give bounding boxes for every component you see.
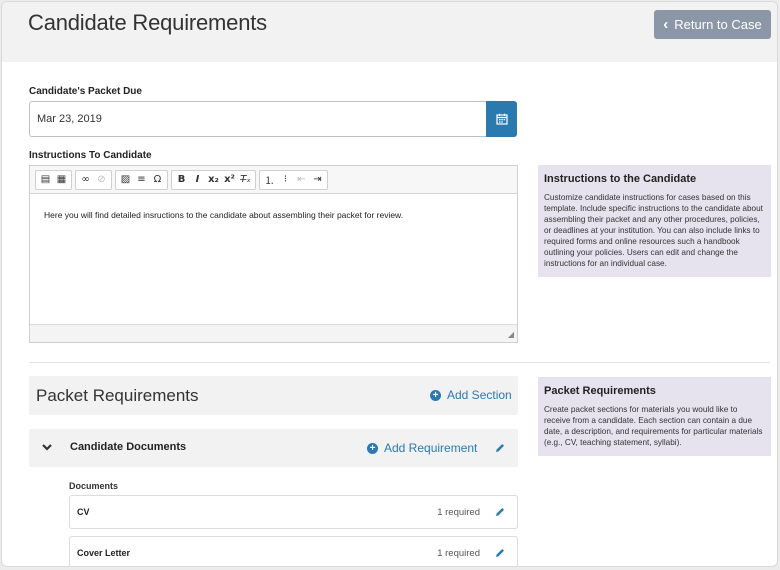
image-icon[interactable]: ▨ [118,172,133,188]
resize-handle-icon[interactable]: ◢ [508,330,514,339]
italic-icon[interactable]: I [190,172,205,188]
subscript-icon[interactable]: x₂ [206,172,221,188]
link-group: ∞ ⊘ [75,169,112,190]
unlink-icon[interactable]: ⊘ [94,172,109,188]
instructions-text[interactable]: Here you will find detailed insructions … [44,210,403,220]
section-candidate-documents: Candidate Documents + Add Requirement [29,429,518,467]
clipboard-group: ▤ ▦ [35,169,72,190]
paste-text-icon[interactable]: ▦ [54,172,69,188]
indent-icon[interactable]: ⇥ [310,172,325,188]
packet-due-date-value: Mar 23, 2019 [37,113,102,125]
link-icon[interactable]: ∞ [78,172,93,188]
page-header: Candidate Requirements ‹ Return to Case [2,2,777,62]
requirement-name: Cover Letter [77,548,131,558]
list-group: ⒈ ⁝ ⇤ ⇥ [259,169,328,190]
packet-help-text: Create packet sections for materials you… [544,405,763,447]
remove-format-icon[interactable]: T̶ₓ [238,172,253,188]
requirement-row: CV 1 required [69,495,518,529]
chevron-left-icon: ‹ [663,16,669,33]
superscript-icon[interactable]: x² [222,172,237,188]
add-requirement-button[interactable]: + Add Requirement [367,441,477,455]
chevron-down-icon[interactable] [41,441,53,453]
instructions-editor[interactable]: ▤ ▦ ∞ ⊘ ▨ ≡ Ω B I x₂ x² T̶ₓ ⒈ ⁝ ⇤ ⇥ Here… [29,165,518,343]
insert-group: ▨ ≡ Ω [115,169,168,190]
edit-requirement-pencil-icon[interactable] [494,547,506,559]
requirement-count: 1 required [437,507,480,518]
packet-due-date-input[interactable]: Mar 23, 2019 [29,101,487,137]
instructions-help-box: Instructions to the Candidate Customize … [538,165,771,277]
page-title: Candidate Requirements [28,10,267,35]
add-section-label: Add Section [447,388,512,402]
section-divider [29,362,770,363]
instructions-label: Instructions To Candidate [29,150,152,161]
packet-requirements-title: Packet Requirements [36,386,199,405]
return-to-case-label: Return to Case [674,17,762,32]
editor-status-bar: ◢ [30,324,517,342]
calendar-button[interactable] [486,101,517,137]
instructions-help-title: Instructions to the Candidate [544,173,697,185]
special-char-icon[interactable]: Ω [150,172,165,188]
numbered-list-icon[interactable]: ⒈ [262,172,277,188]
edit-section-pencil-icon[interactable] [494,442,506,454]
horizontal-rule-icon[interactable]: ≡ [134,172,149,188]
packet-requirements-header: Packet Requirements + Add Section [29,376,518,415]
calendar-icon [495,113,508,125]
instructions-help-text: Customize candidate instructions for cas… [544,193,763,268]
format-group: B I x₂ x² T̶ₓ [171,169,256,190]
plus-circle-icon: + [367,442,378,454]
bulleted-list-icon[interactable]: ⁝ [278,172,293,188]
bold-icon[interactable]: B [174,172,189,188]
packet-help-box: Packet Requirements Create packet sectio… [538,377,771,456]
packet-due-label: Candidate's Packet Due [29,86,142,97]
plus-circle-icon: + [430,389,441,401]
add-requirement-label: Add Requirement [384,441,478,455]
section-title: Candidate Documents [70,441,187,453]
documents-group-label: Documents [69,481,119,491]
editor-toolbar: ▤ ▦ ∞ ⊘ ▨ ≡ Ω B I x₂ x² T̶ₓ ⒈ ⁝ ⇤ ⇥ [30,166,517,194]
packet-help-title: Packet Requirements [544,385,656,397]
edit-requirement-pencil-icon[interactable] [494,506,506,518]
requirement-row: Cover Letter 1 required [69,536,518,566]
return-to-case-button[interactable]: ‹ Return to Case [654,10,771,39]
add-section-button[interactable]: + Add Section [430,388,512,402]
page-frame: Candidate Requirements ‹ Return to Case … [1,1,778,567]
requirement-name: CV [77,507,90,517]
outdent-icon[interactable]: ⇤ [294,172,309,188]
requirement-count: 1 required [437,548,480,559]
paste-icon[interactable]: ▤ [38,172,53,188]
